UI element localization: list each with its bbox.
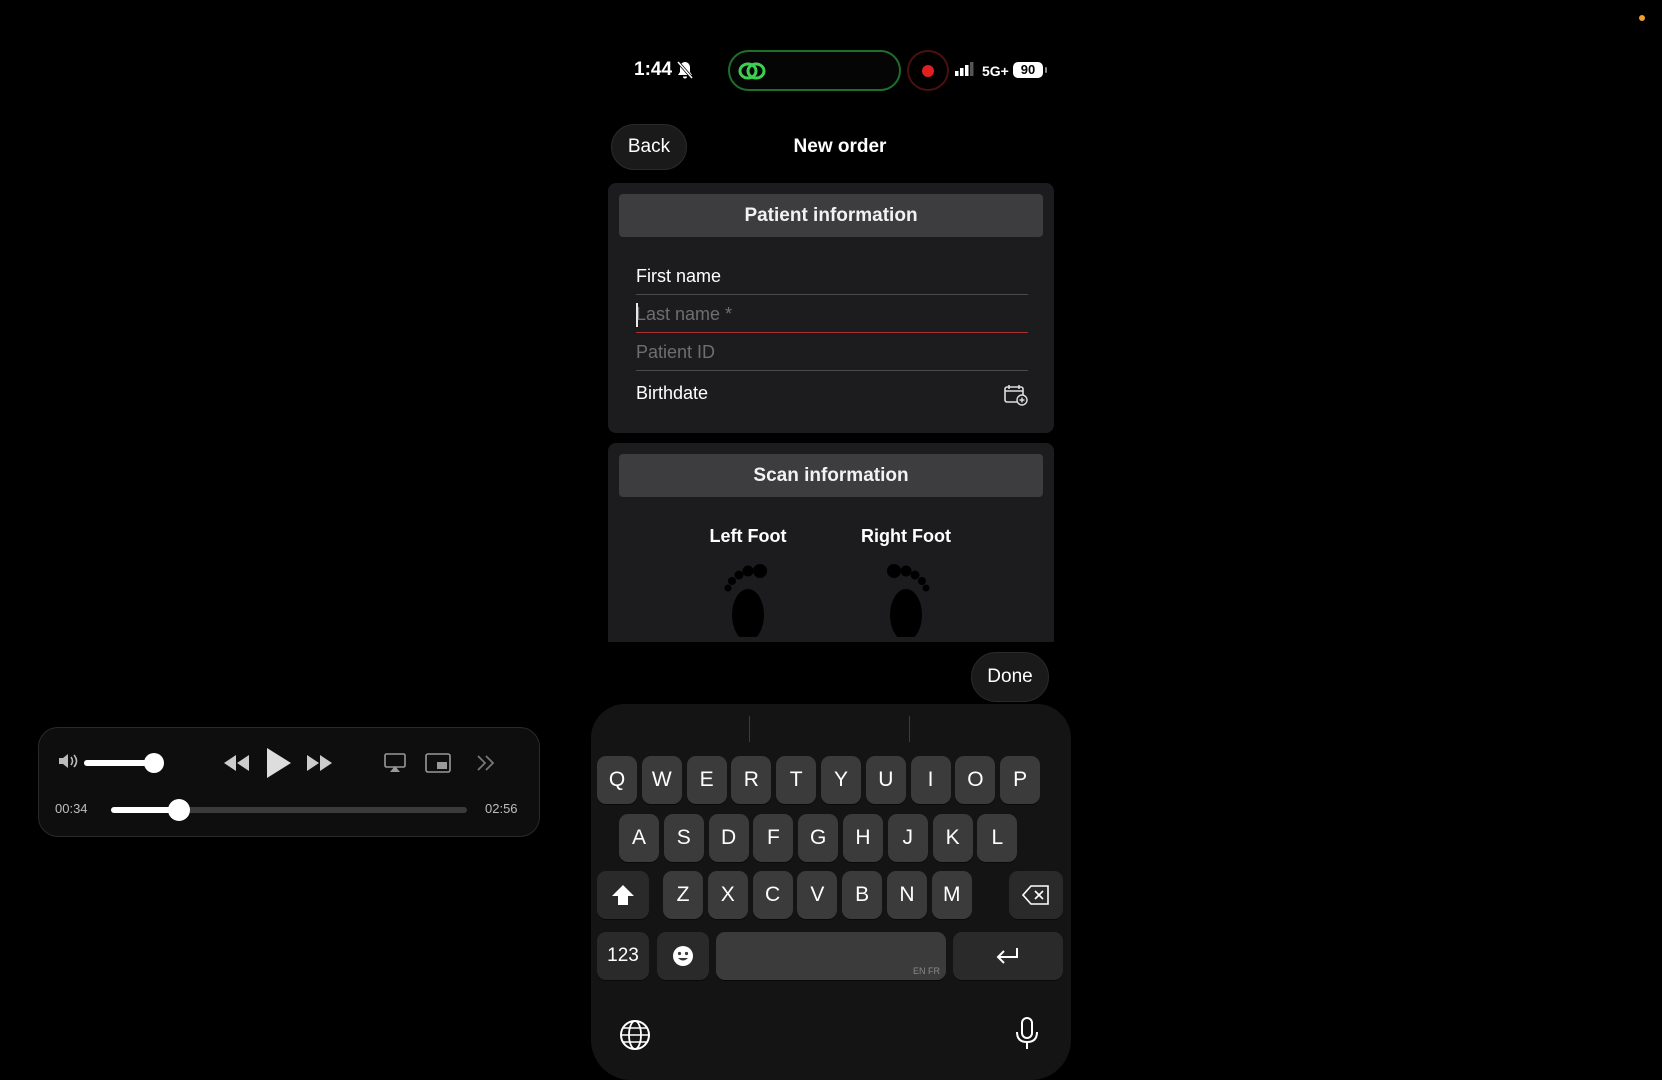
birthdate-field[interactable]: Birthdate xyxy=(636,376,1028,412)
left-foot-icon xyxy=(688,557,808,642)
key-g[interactable]: G xyxy=(798,814,839,862)
patient-information-card: Patient information First name Last name… xyxy=(608,183,1054,433)
key-b[interactable]: B xyxy=(842,871,883,919)
left-foot-scan[interactable]: Left Foot xyxy=(688,526,808,642)
key-c[interactable]: C xyxy=(752,871,793,919)
rewind-button[interactable] xyxy=(219,745,253,781)
first-name-label: First name xyxy=(636,266,722,286)
picture-in-picture-button[interactable] xyxy=(423,745,453,781)
key-l[interactable]: L xyxy=(977,814,1018,862)
key-k[interactable]: K xyxy=(932,814,973,862)
right-foot-label: Right Foot xyxy=(861,526,951,546)
speaker-volume-icon[interactable] xyxy=(57,751,79,776)
done-button[interactable]: Done xyxy=(971,652,1049,702)
shift-key[interactable] xyxy=(597,871,649,919)
key-o[interactable]: O xyxy=(955,756,996,804)
right-foot-scan[interactable]: Right Foot xyxy=(846,526,966,642)
elapsed-time: 00:34 xyxy=(55,801,88,816)
scan-information-card: Scan information Left Foot Right Foot xyxy=(608,443,1054,642)
status-indicator-dot xyxy=(1639,15,1645,21)
network-type: 5G+ xyxy=(982,63,1009,79)
key-v[interactable]: V xyxy=(797,871,838,919)
key-s[interactable]: S xyxy=(663,814,704,862)
bell-slash-icon xyxy=(676,61,694,84)
key-d[interactable]: D xyxy=(708,814,749,862)
text-caret xyxy=(636,303,638,327)
last-name-underline xyxy=(636,332,1028,333)
fast-forward-icon xyxy=(307,755,332,771)
key-m[interactable]: M xyxy=(931,871,972,919)
last-name-field[interactable]: Last name * xyxy=(636,297,1028,333)
shift-icon xyxy=(612,885,634,905)
on-screen-keyboard: 123 EN FR QWERTYUIOP ASDFGHJKL ZXCVBNM xyxy=(591,704,1071,1080)
suggestion-divider xyxy=(909,716,910,742)
airplay-icon xyxy=(384,753,406,772)
battery-level: 90 xyxy=(1013,62,1047,78)
key-w[interactable]: W xyxy=(641,756,682,804)
key-a[interactable]: A xyxy=(619,814,659,862)
patient-id-underline xyxy=(636,370,1028,371)
play-button[interactable] xyxy=(261,745,295,781)
patient-id-field[interactable]: Patient ID xyxy=(636,335,1028,371)
record-dot xyxy=(922,65,934,77)
patient-id-placeholder: Patient ID xyxy=(636,342,716,362)
signal-bars-icon xyxy=(955,62,975,81)
live-activity-pill[interactable] xyxy=(728,50,901,91)
birthdate-label: Birthdate xyxy=(636,383,709,403)
status-bar: 1:44 5G+ 90 xyxy=(620,48,1050,96)
chevrons-right-icon xyxy=(477,755,495,771)
key-z[interactable]: Z xyxy=(663,871,703,919)
key-y[interactable]: Y xyxy=(821,756,861,804)
play-icon xyxy=(267,748,291,778)
page-title: New order xyxy=(793,136,887,157)
progress-knob[interactable] xyxy=(167,799,190,821)
emoji-key[interactable] xyxy=(657,932,709,980)
suggestion-divider xyxy=(749,716,750,742)
return-icon xyxy=(996,948,1018,964)
key-j[interactable]: J xyxy=(887,814,928,862)
rewind-icon xyxy=(224,755,249,771)
backspace-key[interactable] xyxy=(1009,871,1063,919)
volume-slider[interactable] xyxy=(84,753,165,773)
key-u[interactable]: U xyxy=(865,756,906,804)
navigation-bar: Back New order xyxy=(610,122,1060,172)
duration-time: 02:56 xyxy=(485,801,518,816)
playback-progress-slider[interactable] xyxy=(111,799,467,821)
backspace-icon xyxy=(1022,885,1049,905)
key-e[interactable]: E xyxy=(686,756,727,804)
space-language-label: EN FR xyxy=(913,966,940,976)
clock: 1:44 xyxy=(634,59,673,80)
return-key[interactable] xyxy=(953,932,1063,980)
right-foot-icon xyxy=(846,557,966,642)
first-name-underline xyxy=(636,294,1028,295)
key-h[interactable]: H xyxy=(843,814,883,862)
microphone-icon[interactable] xyxy=(1015,1017,1039,1056)
left-foot-label: Left Foot xyxy=(709,526,787,546)
last-name-placeholder: Last name * xyxy=(636,304,733,324)
key-f[interactable]: F xyxy=(753,814,794,862)
more-controls-button[interactable] xyxy=(471,745,501,781)
link-icon xyxy=(738,60,766,87)
scan-information-header: Scan information xyxy=(619,454,1043,497)
key-t[interactable]: T xyxy=(776,756,817,804)
key-q[interactable]: Q xyxy=(597,756,637,804)
patient-information-header: Patient information xyxy=(619,194,1043,237)
key-p[interactable]: P xyxy=(1000,756,1041,804)
key-i[interactable]: I xyxy=(910,756,951,804)
fast-forward-button[interactable] xyxy=(303,745,337,781)
volume-knob[interactable] xyxy=(144,753,165,773)
key-x[interactable]: X xyxy=(707,871,748,919)
key-r[interactable]: R xyxy=(731,756,772,804)
picture-in-picture-icon xyxy=(425,753,451,773)
space-key[interactable]: EN FR xyxy=(716,932,946,980)
key-n[interactable]: N xyxy=(887,871,927,919)
calendar-icon[interactable] xyxy=(1004,384,1028,411)
record-icon[interactable] xyxy=(907,50,949,91)
numbers-key[interactable]: 123 xyxy=(597,932,649,980)
emoji-icon xyxy=(673,946,693,966)
media-player: 00:34 02:56 xyxy=(38,727,540,837)
airplay-button[interactable] xyxy=(381,745,409,781)
first-name-field[interactable]: First name xyxy=(636,259,1028,295)
globe-icon[interactable] xyxy=(619,1019,651,1056)
